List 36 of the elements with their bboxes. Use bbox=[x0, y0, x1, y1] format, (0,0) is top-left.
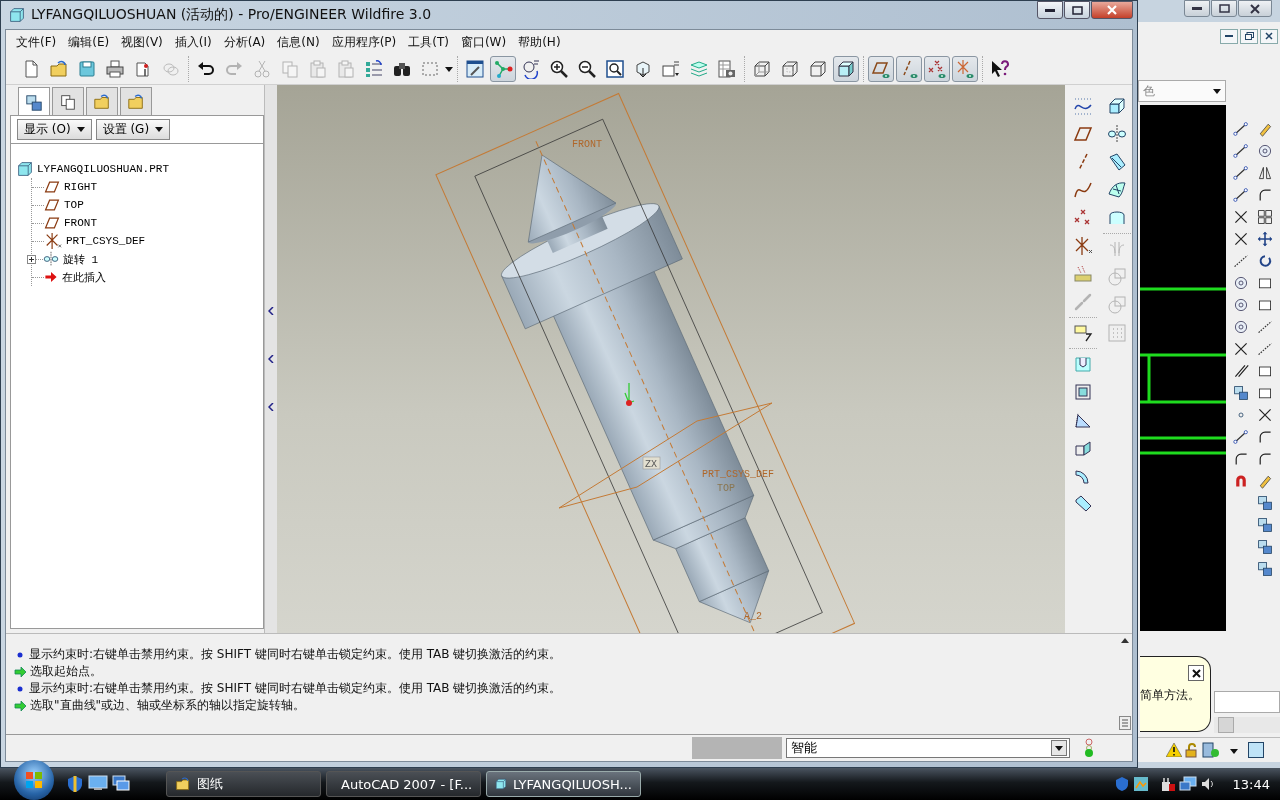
message-text: 显示约束时:右键单击禁用约束。按 SHIFT 键同时右键单击锁定约束。使用 TAB 键切换激活的约束。 bbox=[29, 680, 562, 697]
dropdown-button[interactable]: 显示 (O) bbox=[17, 119, 92, 140]
taskbar-button[interactable]: 图纸 bbox=[166, 771, 321, 797]
message-text: 选取"直曲线"或边、轴或坐标系的轴以指定旋转轴。 bbox=[30, 697, 306, 714]
clock: 13:44 bbox=[1232, 776, 1270, 792]
tree-item[interactable]: FRONT bbox=[64, 217, 97, 229]
menu-item[interactable]: 编辑(E) bbox=[62, 31, 116, 53]
dropdown-button[interactable]: 设置 (G) bbox=[95, 119, 171, 140]
message-text: 选取起始点。 bbox=[30, 663, 102, 680]
datum-label: PRT_CSYS_DEF bbox=[702, 469, 774, 480]
balloon-text: 简单方法。 bbox=[1140, 687, 1200, 704]
tree-item[interactable]: PRT_CSYS_DEF bbox=[66, 235, 146, 247]
menu-item[interactable]: 视图(V) bbox=[115, 31, 169, 53]
tree-item[interactable]: TOP bbox=[64, 199, 84, 211]
window-title: LYFANGQILUOSHUAN (活动的) - Pro/ENGINEER Wildfire 3.0 bbox=[31, 6, 432, 24]
taskbar-button[interactable]: LYFANGQILUOSH... bbox=[486, 771, 641, 797]
datum-label: A_2 bbox=[744, 611, 762, 622]
menu-item[interactable]: 分析(A) bbox=[217, 31, 272, 53]
datum-label: ZX bbox=[645, 459, 657, 470]
menu-item[interactable]: 帮助(H) bbox=[512, 31, 567, 53]
color-dropdown[interactable]: 色 bbox=[1138, 80, 1226, 102]
datum-label: TOP bbox=[717, 483, 735, 494]
menu-item[interactable]: 工具(T) bbox=[402, 31, 455, 53]
datum-label: FRONT bbox=[572, 139, 602, 150]
tree-item[interactable]: 在此插入 bbox=[62, 269, 106, 285]
filter-dropdown[interactable]: 智能 bbox=[786, 738, 1070, 758]
menu-item[interactable]: 文件(F) bbox=[10, 31, 63, 53]
tree-item[interactable]: 旋转 1 bbox=[63, 251, 99, 267]
tree-item[interactable]: RIGHT bbox=[64, 181, 97, 193]
menu-item[interactable]: 应用程序(P) bbox=[325, 31, 403, 53]
menu-item[interactable]: 插入(I) bbox=[168, 31, 218, 53]
message-text: 显示约束时:右键单击禁用约束。按 SHIFT 键同时右键单击锁定约束。使用 TAB 键切换激活的约束。 bbox=[29, 646, 562, 663]
menu-item[interactable]: 信息(N) bbox=[271, 31, 326, 53]
taskbar-button[interactable]: AutoCAD 2007 - [F... bbox=[326, 771, 481, 797]
tree-item[interactable]: LYFANGQILUOSHUAN.PRT bbox=[37, 163, 170, 175]
menu-item[interactable]: 窗口(W) bbox=[454, 31, 513, 53]
